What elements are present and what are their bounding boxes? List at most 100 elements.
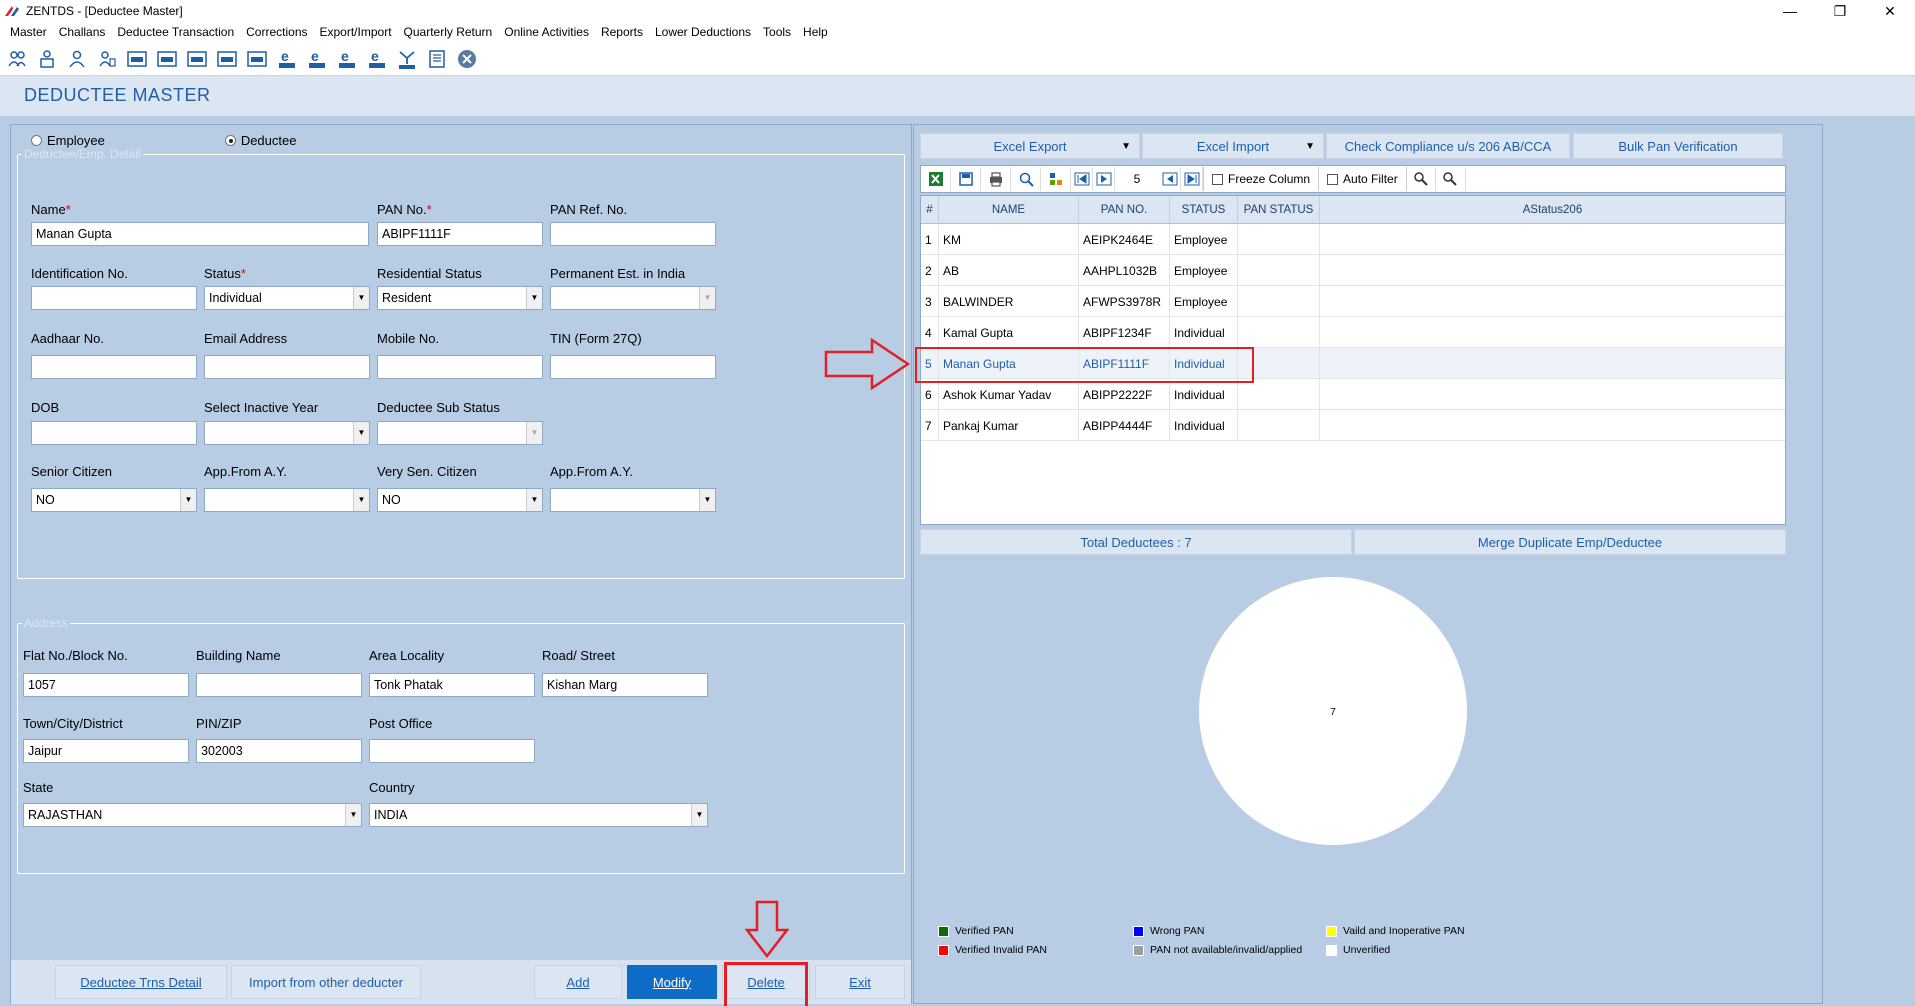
next-page-icon[interactable] — [1159, 167, 1181, 191]
mobile-input[interactable] — [377, 355, 543, 379]
group-icon[interactable] — [34, 46, 60, 72]
form-26q-e-icon[interactable]: e — [304, 46, 330, 72]
table-row[interactable]: 4 Kamal Gupta ABIPF1234F Individual — [921, 317, 1785, 348]
modify-button[interactable]: Modify — [627, 965, 717, 999]
form-16-icon[interactable] — [124, 46, 150, 72]
freeze-column-checkbox[interactable]: Freeze Column — [1203, 167, 1318, 191]
app-from-ay-2-select[interactable]: ▼ — [550, 488, 716, 512]
menu-reports[interactable]: Reports — [595, 25, 649, 39]
sort-icon[interactable] — [1041, 167, 1071, 191]
print-icon[interactable] — [981, 167, 1011, 191]
excel-icon[interactable] — [921, 167, 951, 191]
column-header-status[interactable]: STATUS — [1170, 196, 1238, 224]
menu-help[interactable]: Help — [797, 25, 834, 39]
exit-button[interactable]: Exit — [815, 965, 905, 999]
menu-quarterly-return[interactable]: Quarterly Return — [398, 25, 499, 39]
flat-input[interactable]: 1057 — [23, 673, 189, 697]
delete-button[interactable]: Delete — [722, 965, 810, 999]
permanent-est-select[interactable]: ▼ — [550, 286, 716, 310]
table-row[interactable]: 7 Pankaj Kumar ABIPP4444F Individual — [921, 410, 1785, 441]
menu-deductee-transaction[interactable]: Deductee Transaction — [111, 25, 240, 39]
app-from-ay-select[interactable]: ▼ — [204, 488, 370, 512]
deductee-trns-detail-button[interactable]: Deductee Trns Detail — [55, 965, 227, 999]
users-icon[interactable] — [4, 46, 30, 72]
table-row[interactable]: 3 BALWINDER AFWPS3978R Employee — [921, 286, 1785, 317]
inactive-year-select[interactable]: ▼ — [204, 421, 370, 445]
deductee-radio[interactable]: Deductee — [224, 133, 296, 148]
column-header-pan-status[interactable]: PAN STATUS — [1238, 196, 1320, 224]
menu-export-import[interactable]: Export/Import — [314, 25, 398, 39]
save-icon[interactable] — [951, 167, 981, 191]
close-button[interactable]: ✕ — [1865, 0, 1915, 22]
form-26q-icon[interactable] — [184, 46, 210, 72]
find-icon[interactable] — [1011, 167, 1041, 191]
form-24g-icon[interactable]: e — [274, 46, 300, 72]
prev-page-icon[interactable] — [1093, 167, 1115, 191]
auto-filter-checkbox[interactable]: Auto Filter — [1318, 167, 1406, 191]
minimize-button[interactable]: — — [1765, 0, 1815, 22]
dob-input[interactable] — [31, 421, 197, 445]
menu-corrections[interactable]: Corrections — [240, 25, 313, 39]
state-select[interactable]: RAJASTHAN ▼ — [23, 803, 362, 827]
excel-export-button[interactable]: Excel Export ▼ — [920, 133, 1140, 159]
town-input[interactable]: Jaipur — [23, 739, 189, 763]
zoom-out-icon[interactable] — [1436, 167, 1466, 191]
status-select[interactable]: Individual ▼ — [204, 286, 370, 310]
table-row[interactable]: 5 Manan Gupta ABIPF1111F Individual — [921, 348, 1785, 379]
column-header-astatus206[interactable]: AStatus206 — [1320, 196, 1785, 224]
column-header-index[interactable]: # — [921, 196, 939, 224]
employee-radio[interactable]: Employee — [31, 133, 105, 148]
table-row[interactable]: 6 Ashok Kumar Yadav ABIPP2222F Individual — [921, 379, 1785, 410]
table-row[interactable]: 1 KM AEIPK2464E Employee — [921, 224, 1785, 255]
first-page-icon[interactable] — [1071, 167, 1093, 191]
form-27q-e-icon[interactable]: e — [334, 46, 360, 72]
row-name-cell: BALWINDER — [939, 286, 1079, 317]
menu-challans[interactable]: Challans — [53, 25, 112, 39]
zoom-in-icon[interactable] — [1405, 167, 1436, 191]
tin-input[interactable] — [550, 355, 716, 379]
building-input[interactable] — [196, 673, 362, 697]
road-input[interactable]: Kishan Marg — [542, 673, 708, 697]
menu-lower-deductions[interactable]: Lower Deductions — [649, 25, 757, 39]
column-header-name[interactable]: NAME — [939, 196, 1079, 224]
close-circle-icon[interactable] — [454, 46, 480, 72]
menu-tools[interactable]: Tools — [757, 25, 797, 39]
pan-ref-input[interactable] — [550, 222, 716, 246]
excel-import-button[interactable]: Excel Import ▼ — [1142, 133, 1324, 159]
post-office-input[interactable] — [369, 739, 535, 763]
name-input[interactable]: Manan Gupta — [31, 222, 369, 246]
very-senior-select[interactable]: NO ▼ — [377, 488, 543, 512]
senior-citizen-select[interactable]: NO ▼ — [31, 488, 197, 512]
area-input[interactable]: Tonk Phatak — [369, 673, 535, 697]
menu-online-activities[interactable]: Online Activities — [498, 25, 595, 39]
import-other-deducter-button[interactable]: Import from other deducter — [231, 965, 421, 999]
page-number[interactable]: 5 — [1115, 169, 1159, 189]
form-27eq-icon[interactable] — [244, 46, 270, 72]
person-icon[interactable] — [94, 46, 120, 72]
email-input[interactable] — [204, 355, 370, 379]
action-bar: Deductee Trns Detail Import from other d… — [11, 960, 911, 1004]
residential-status-select[interactable]: Resident ▼ — [377, 286, 543, 310]
bulk-pan-verification-button[interactable]: Bulk Pan Verification — [1573, 133, 1783, 159]
pan-input[interactable]: ABIPF1111F — [377, 222, 543, 246]
maximize-button[interactable]: ❐ — [1815, 0, 1865, 22]
identification-input[interactable] — [31, 286, 197, 310]
last-page-icon[interactable] — [1181, 167, 1203, 191]
pin-input[interactable]: 302003 — [196, 739, 362, 763]
user-icon[interactable] — [64, 46, 90, 72]
country-select[interactable]: INDIA ▼ — [369, 803, 708, 827]
table-row[interactable]: 2 AB AAHPL1032B Employee — [921, 255, 1785, 286]
aadhaar-input[interactable] — [31, 355, 197, 379]
notes-icon[interactable] — [424, 46, 450, 72]
check-compliance-button[interactable]: Check Compliance u/s 206 AB/CCA — [1326, 133, 1570, 159]
form-27q-icon[interactable] — [214, 46, 240, 72]
page-header: DEDUCTEE MASTER — [0, 76, 1915, 116]
menu-master[interactable]: Master — [4, 25, 53, 39]
tds-icon[interactable] — [394, 46, 420, 72]
form-24q-icon[interactable] — [154, 46, 180, 72]
add-button[interactable]: Add — [534, 965, 622, 999]
merge-duplicate-button[interactable]: Merge Duplicate Emp/Deductee — [1354, 529, 1786, 555]
column-header-pan[interactable]: PAN NO. — [1079, 196, 1170, 224]
sub-status-select[interactable]: ▼ — [377, 421, 543, 445]
form-27eq-e-icon[interactable]: e — [364, 46, 390, 72]
